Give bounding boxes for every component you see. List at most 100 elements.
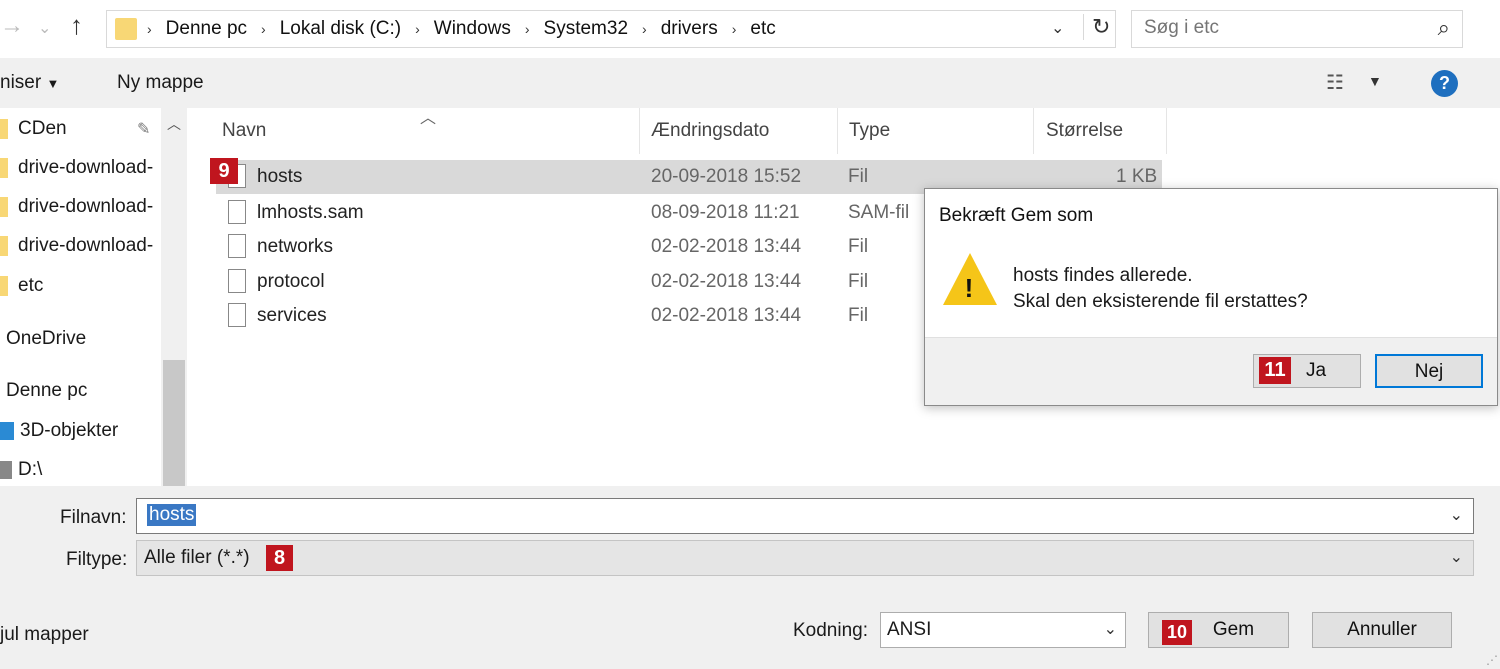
chevron-right-icon[interactable]: › [261, 21, 266, 37]
refresh-icon[interactable]: ↻ [1083, 14, 1110, 40]
dialog-title: Bekræft Gem som [939, 205, 1094, 226]
help-icon[interactable]: ? [1431, 70, 1458, 97]
filetype-select[interactable]: Alle filer (*.*) ⌄ [136, 540, 1474, 576]
step-badge-9: 9 [210, 158, 238, 184]
column-divider[interactable] [837, 108, 838, 154]
breadcrumb-item[interactable]: Lokal disk (C:) [280, 18, 401, 40]
chevron-down-icon[interactable]: ⌄ [1051, 18, 1064, 38]
file-icon [228, 269, 246, 293]
chevron-right-icon[interactable]: › [525, 21, 530, 37]
column-header-name[interactable]: Navn [222, 120, 266, 142]
nav-item-label: drive-download- [18, 157, 154, 178]
column-divider[interactable] [639, 108, 640, 154]
organize-button[interactable]: niser ▼ [0, 72, 59, 94]
file-icon [228, 234, 246, 258]
search-icon[interactable]: ⌕ [1438, 15, 1450, 41]
column-divider[interactable] [1033, 108, 1034, 154]
file-icon [228, 200, 246, 224]
nav-item-label: drive-download- [18, 196, 154, 217]
nav-item-drive-download-2[interactable]: drive-download- [0, 193, 153, 221]
file-type: SAM-fil [848, 202, 910, 223]
drive-icon [0, 461, 12, 479]
organize-label: niser [0, 72, 42, 93]
up-arrow-icon[interactable]: ↑ [70, 10, 83, 41]
nav-item-label: OneDrive [6, 328, 87, 349]
folder-icon [115, 18, 137, 40]
confirm-save-as-dialog: Bekræft Gem som ! hosts findes allerede.… [924, 188, 1498, 406]
file-type: Fil [848, 271, 869, 292]
filename-value[interactable]: hosts [147, 504, 197, 526]
recent-dropdown-icon[interactable]: ⌄ [38, 18, 51, 38]
encoding-label: Kodning: [793, 620, 869, 641]
new-folder-button[interactable]: Ny mappe [117, 72, 204, 94]
file-size: 1 KB [1116, 166, 1158, 187]
nav-item-onedrive[interactable]: OneDrive [6, 325, 86, 353]
file-name: lmhosts.sam [257, 202, 364, 223]
column-header-size[interactable]: Størrelse [1046, 120, 1123, 142]
search-box: ⌕ [1131, 10, 1463, 48]
filename-field[interactable]: hosts ⌄ [136, 498, 1474, 534]
view-options-icon[interactable]: ☷ [1326, 70, 1344, 95]
nav-item-label: CDen [18, 118, 67, 139]
chevron-up-icon[interactable]: ︿ [161, 114, 187, 134]
cancel-button[interactable]: Annuller [1312, 612, 1452, 648]
nav-item-this-pc[interactable]: Denne pc [6, 377, 87, 405]
nav-item-drive-download-3[interactable]: drive-download- [0, 232, 153, 260]
dialog-footer: Ja Nej [925, 337, 1497, 405]
encoding-select[interactable]: ANSI ⌄ [880, 612, 1126, 648]
search-input[interactable] [1144, 17, 1414, 39]
address-bar[interactable]: › Denne pc › Lokal disk (C:) › Windows ›… [106, 10, 1116, 48]
chevron-right-icon[interactable]: › [732, 21, 737, 37]
filename-label: Filnavn: [60, 507, 127, 528]
breadcrumb-item[interactable]: etc [750, 18, 775, 40]
chevron-down-icon[interactable]: ⌄ [1450, 505, 1463, 525]
dialog-message-line2: Skal den eksisterende fil erstattes? [1013, 291, 1308, 312]
file-date: 08-09-2018 11:21 [651, 202, 800, 223]
column-divider[interactable] [1166, 108, 1167, 154]
breadcrumb-item[interactable]: Windows [434, 18, 511, 40]
breadcrumb: › Denne pc › Lokal disk (C:) › Windows ›… [147, 18, 776, 40]
nav-item-cden[interactable]: CDen [0, 115, 67, 143]
nav-item-3d-objects[interactable]: 3D-objekter [0, 417, 118, 445]
chevron-down-icon[interactable]: ⌄ [1450, 547, 1463, 567]
file-name: hosts [257, 166, 303, 187]
file-type: Fil [848, 305, 869, 326]
sort-ascending-icon: ︿ [420, 110, 437, 127]
breadcrumb-item[interactable]: drivers [661, 18, 718, 40]
hide-folders-toggle[interactable]: jul mapper [0, 624, 89, 646]
nav-item-label: D:\ [18, 459, 43, 480]
file-date: 02-02-2018 13:44 [651, 271, 802, 292]
nav-item-label: etc [18, 275, 44, 296]
toolbar: niser ▼ Ny mappe ☷ ▼ ? [0, 58, 1500, 108]
folder-icon [0, 236, 8, 256]
file-icon [228, 303, 246, 327]
step-badge-10: 10 [1162, 620, 1192, 645]
pin-icon[interactable]: ✎ [137, 119, 150, 139]
scroll-thumb[interactable] [163, 360, 185, 486]
nav-scrollbar[interactable]: ︿ [161, 108, 187, 486]
folder-icon [0, 119, 8, 139]
navigation-pane: CDen ✎ drive-download- drive-download- d… [0, 108, 188, 486]
file-date: 02-02-2018 13:44 [651, 305, 802, 326]
column-header-modified[interactable]: Ændringsdato [651, 120, 769, 142]
nav-item-drive-d[interactable]: D:\ [0, 456, 42, 484]
nav-item-etc[interactable]: etc [0, 272, 43, 300]
chevron-right-icon[interactable]: › [415, 21, 420, 37]
cube-icon [0, 422, 14, 440]
step-badge-11: 11 [1259, 357, 1291, 384]
breadcrumb-item[interactable]: Denne pc [166, 18, 247, 40]
encoding-value: ANSI [887, 619, 932, 640]
no-button[interactable]: Nej [1375, 354, 1483, 388]
yes-button-label: Ja [1305, 360, 1327, 381]
forward-arrow-icon[interactable]: → [0, 12, 24, 40]
save-button-label: Gem [1212, 619, 1255, 640]
column-header-type[interactable]: Type [849, 120, 890, 142]
breadcrumb-item[interactable]: System32 [544, 18, 628, 40]
chevron-right-icon[interactable]: › [642, 21, 647, 37]
caret-down-icon[interactable]: ▼ [1368, 73, 1382, 89]
chevron-down-icon[interactable]: ⌄ [1104, 619, 1117, 639]
filetype-label: Filtype: [66, 549, 128, 570]
nav-item-drive-download-1[interactable]: drive-download- [0, 154, 153, 182]
resize-grip-icon[interactable]: ⋰ [1486, 653, 1498, 667]
file-name: services [257, 305, 327, 326]
